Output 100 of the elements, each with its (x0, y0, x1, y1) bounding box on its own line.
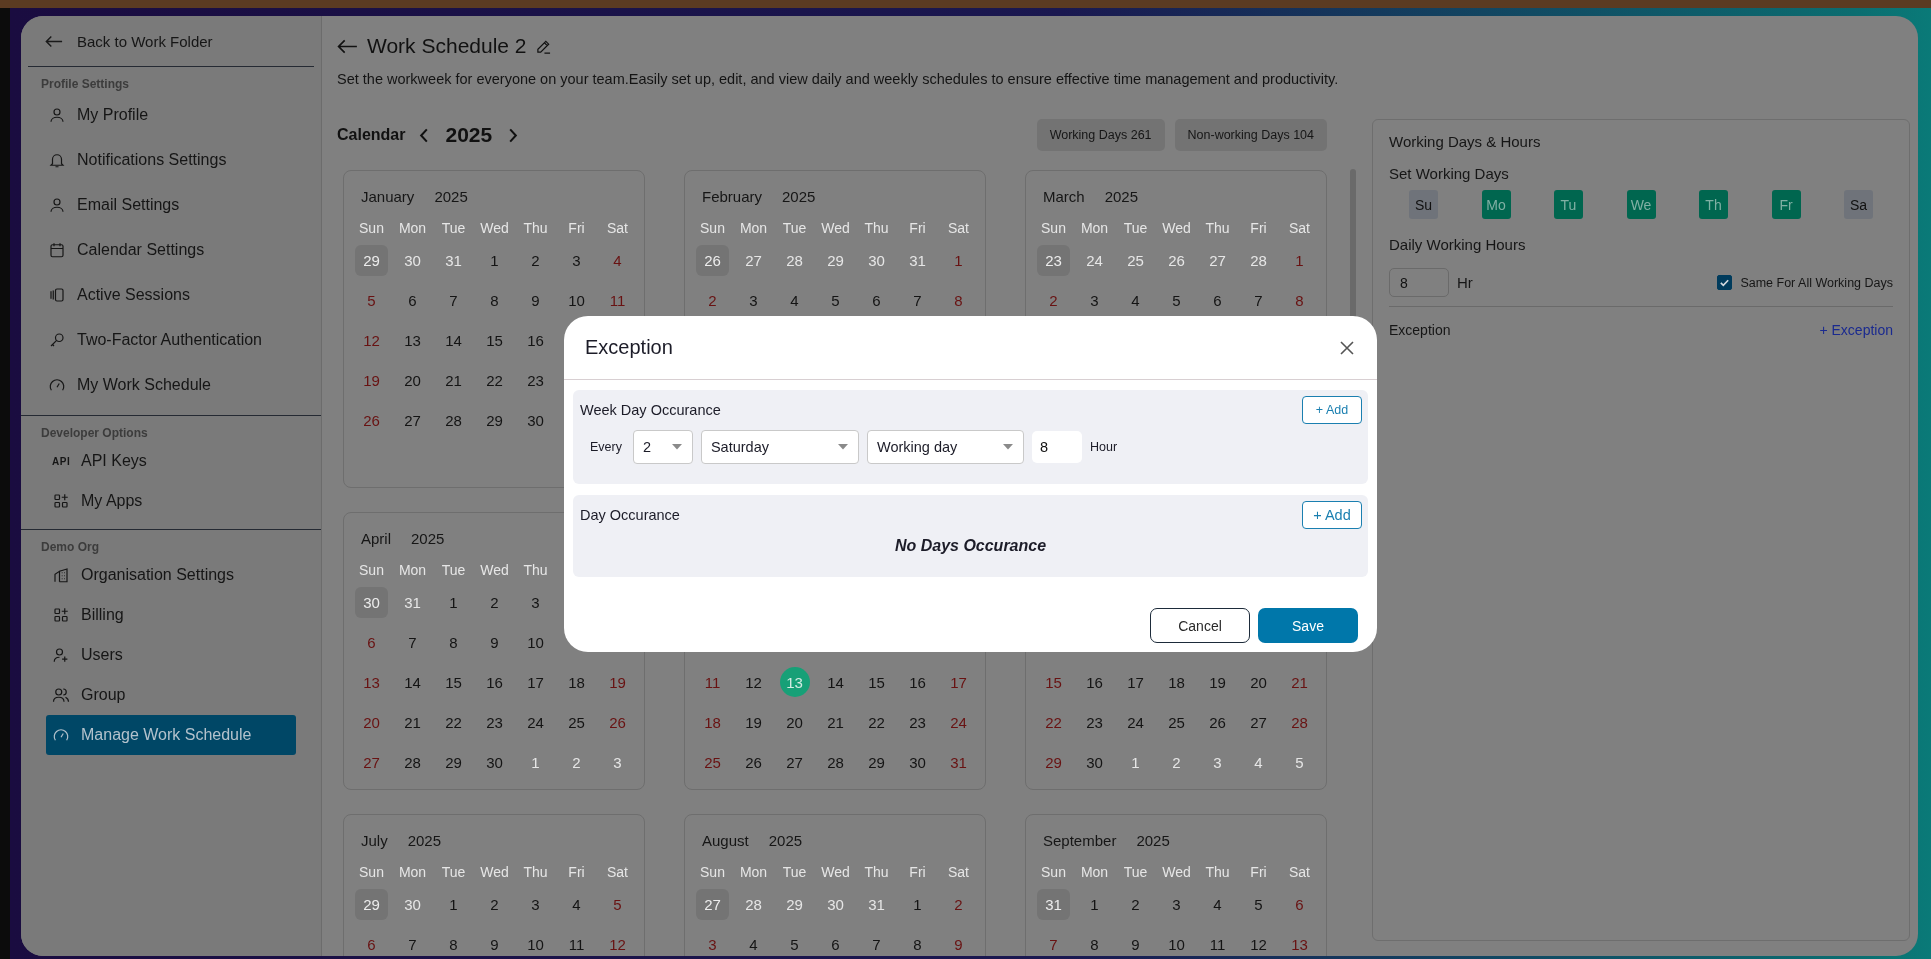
calendar-day[interactable]: 12 (609, 935, 626, 953)
calendar-day[interactable]: 3 (1172, 895, 1181, 913)
calendar-day[interactable]: 7 (1254, 291, 1263, 309)
calendar-day[interactable]: 6 (1295, 895, 1304, 913)
hours-field[interactable]: 8 (1389, 268, 1449, 297)
sidebar-item[interactable]: Active Sessions (21, 272, 296, 317)
calendar-day[interactable]: 27 (363, 753, 380, 771)
calendar-day[interactable]: 6 (1213, 291, 1222, 309)
weekday-toggle[interactable]: Sa (1844, 190, 1873, 219)
day-type-select[interactable]: Working day (866, 430, 1024, 464)
sidebar-item[interactable]: My Apps (21, 481, 296, 521)
calendar-day[interactable]: 24 (527, 713, 544, 731)
calendar-day[interactable]: 31 (404, 593, 421, 611)
calendar-day[interactable]: 1 (1131, 753, 1140, 771)
calendar-day[interactable]: 28 (404, 753, 421, 771)
sidebar-item[interactable]: Group (21, 675, 296, 715)
calendar-day[interactable]: 29 (786, 895, 803, 913)
back-arrow-icon[interactable] (45, 34, 63, 48)
calendar-day[interactable]: 4 (1131, 291, 1140, 309)
calendar-day[interactable]: 8 (954, 291, 963, 309)
calendar-day[interactable]: 21 (1291, 673, 1308, 691)
hours-field[interactable]: 8 (1031, 431, 1082, 463)
calendar-day[interactable]: 5 (1254, 895, 1263, 913)
calendar-day[interactable]: 5 (831, 291, 840, 309)
calendar-day[interactable]: 31 (868, 895, 885, 913)
calendar-day[interactable]: 22 (868, 713, 885, 731)
calendar-day[interactable]: 26 (1209, 713, 1226, 731)
weekday-toggle[interactable]: Fr (1771, 190, 1801, 219)
calendar-day[interactable]: 25 (568, 713, 585, 731)
weekday-toggle[interactable]: Th (1699, 190, 1728, 219)
calendar-day[interactable]: 1 (913, 895, 922, 913)
calendar-day[interactable]: 16 (909, 673, 926, 691)
calendar-day[interactable]: 2 (531, 251, 540, 269)
calendar-day[interactable]: 8 (913, 935, 922, 953)
calendar-day[interactable]: 19 (1209, 673, 1226, 691)
calendar-day[interactable]: 21 (404, 713, 421, 731)
calendar-day[interactable]: 23 (1086, 713, 1103, 731)
calendar-day[interactable]: 4 (613, 251, 622, 269)
calendar-day[interactable]: 22 (486, 371, 503, 389)
calendar-day[interactable]: 24 (1127, 713, 1144, 731)
calendar-day[interactable]: 8 (1295, 291, 1304, 309)
weekday-select[interactable]: Saturday (700, 430, 859, 464)
calendar-day[interactable]: 27 (745, 251, 762, 269)
calendar-day[interactable]: 31 (445, 251, 462, 269)
calendar-day[interactable]: 16 (527, 331, 544, 349)
calendar-day[interactable]: 21 (827, 713, 844, 731)
calendar-day[interactable]: 1 (531, 753, 540, 771)
sidebar-item[interactable]: Users (21, 635, 296, 675)
sidebar-item[interactable]: Email Settings (21, 182, 296, 227)
add-button[interactable]: + Add (1302, 501, 1362, 529)
calendar-day[interactable]: 2 (954, 895, 963, 913)
calendar-day[interactable]: 19 (745, 713, 762, 731)
weekday-toggle[interactable]: Tu (1554, 190, 1583, 219)
calendar-day[interactable]: 19 (363, 371, 380, 389)
chevron-left-icon[interactable] (419, 127, 430, 143)
calendar-day[interactable]: 15 (445, 673, 462, 691)
calendar-day[interactable]: 2 (490, 593, 499, 611)
weekday-toggle[interactable]: Su (1409, 190, 1438, 219)
calendar-day[interactable]: 28 (745, 895, 762, 913)
calendar-day[interactable]: 28 (1250, 251, 1267, 269)
calendar-day[interactable]: 17 (950, 673, 967, 691)
add-exception-link[interactable]: + Exception (1819, 322, 1893, 338)
calendar-day[interactable]: 25 (704, 753, 721, 771)
calendar-day[interactable]: 29 (445, 753, 462, 771)
weekday-toggle[interactable]: Mo (1481, 190, 1511, 219)
calendar-day[interactable]: 31 (909, 251, 926, 269)
back-arrow-icon[interactable] (337, 38, 358, 54)
calendar-day[interactable]: 6 (367, 633, 376, 651)
calendar-day[interactable]: 3 (572, 251, 581, 269)
calendar-day[interactable]: 26 (363, 411, 380, 429)
calendar-day[interactable]: 26 (745, 753, 762, 771)
calendar-day[interactable]: 8 (449, 633, 458, 651)
calendar-day[interactable]: 1 (954, 251, 963, 269)
calendar-day[interactable]: 9 (1131, 935, 1140, 953)
calendar-day[interactable]: 13 (363, 673, 380, 691)
sidebar-item[interactable]: API API Keys (21, 441, 296, 481)
calendar-day[interactable]: 1 (1090, 895, 1099, 913)
calendar-day[interactable]: 10 (527, 935, 544, 953)
calendar-day[interactable]: 29 (486, 411, 503, 429)
back-link[interactable]: Back to Work Folder (77, 32, 213, 50)
calendar-day[interactable]: 1 (449, 895, 458, 913)
calendar-day[interactable]: 1 (490, 251, 499, 269)
calendar-day[interactable]: 28 (1291, 713, 1308, 731)
calendar-day[interactable]: 27 (1250, 713, 1267, 731)
calendar-day[interactable]: 11 (609, 291, 626, 309)
calendar-day[interactable]: 18 (568, 673, 585, 691)
calendar-day[interactable]: 17 (1127, 673, 1144, 691)
calendar-day[interactable]: 4 (1213, 895, 1222, 913)
calendar-day[interactable]: 24 (950, 713, 967, 731)
calendar-day[interactable]: 5 (1172, 291, 1181, 309)
calendar-day[interactable]: 7 (408, 633, 417, 651)
add-button[interactable]: + Add (1302, 396, 1362, 424)
sidebar-item[interactable]: Billing (21, 595, 296, 635)
calendar-day[interactable]: 9 (954, 935, 963, 953)
calendar-day[interactable]: 10 (1168, 935, 1185, 953)
calendar-day[interactable]: 2 (1172, 753, 1181, 771)
sidebar-item[interactable]: My Work Schedule (21, 362, 296, 407)
calendar-day[interactable]: 3 (1213, 753, 1222, 771)
calendar-day[interactable]: 3 (1090, 291, 1099, 309)
calendar-day[interactable]: 15 (1045, 673, 1062, 691)
